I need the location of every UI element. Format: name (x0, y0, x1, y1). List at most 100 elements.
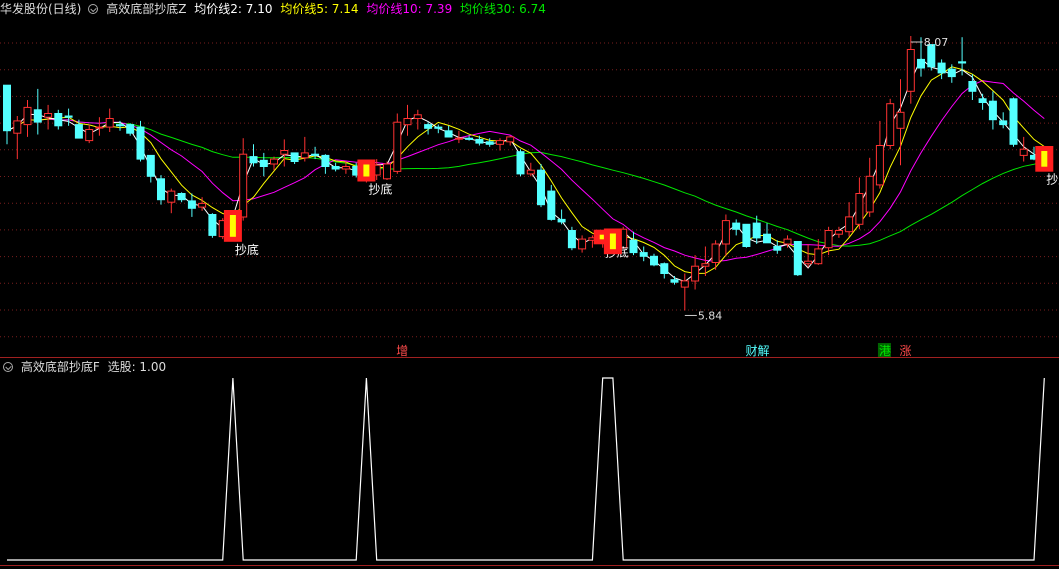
candle (865, 157, 874, 217)
candle-body (814, 248, 823, 265)
candle-body (64, 115, 73, 118)
candle-body (526, 169, 535, 175)
candle-body (249, 156, 258, 164)
candle-body (290, 152, 299, 162)
event-marker: 港 (879, 344, 891, 358)
candle-body (804, 260, 813, 265)
candle (1009, 97, 1018, 147)
candle (855, 177, 864, 230)
candle (424, 122, 433, 135)
candle-body (444, 130, 453, 138)
sub-indicator-dropdown-icon[interactable] (3, 362, 13, 372)
candle-body (146, 154, 155, 177)
candle-body (44, 113, 53, 118)
candle (259, 152, 268, 177)
event-marker: 涨 (899, 343, 911, 358)
candle (331, 162, 340, 172)
sub-indicator-value: 选股: 1.00 (107, 360, 167, 374)
price-high-label: 8.07 (924, 36, 949, 49)
sub-chart-header: 高效底部抄底F 选股: 1.00 (0, 358, 170, 376)
candle (763, 223, 771, 244)
ma5-label: 均价线5: 7.14 (280, 2, 359, 16)
candle (547, 184, 556, 221)
candle (742, 223, 751, 248)
candle-body (167, 190, 176, 203)
candle-body (23, 106, 32, 126)
candle-body (557, 218, 566, 223)
signal-bar (1041, 151, 1048, 167)
candle-body (13, 120, 22, 134)
candle-body (54, 113, 63, 127)
stock-chart-canvas: 抄底抄底抄底抄底 8.075.84增财解港涨 (0, 36, 1059, 566)
candle (157, 175, 165, 205)
candle-body (547, 190, 556, 220)
candle-body (239, 153, 248, 218)
candle-body (465, 137, 474, 140)
signal-label: 抄底 (235, 242, 259, 257)
candle (13, 116, 22, 160)
candle (33, 88, 42, 135)
candle-body (947, 68, 956, 78)
signal-series-line (7, 377, 1045, 561)
candle-body (105, 118, 114, 128)
candle-body (516, 151, 525, 175)
event-marker: 财解 (745, 344, 769, 358)
candle-body (865, 175, 874, 213)
candle-body (783, 238, 792, 245)
candle-body (321, 154, 330, 167)
candle (567, 226, 576, 251)
event-marker: 增 (396, 344, 408, 358)
candle-body (259, 159, 268, 168)
indicator-name[interactable]: 高效底部抄底Z (106, 2, 186, 16)
candle-body (721, 220, 730, 245)
candle-body (198, 202, 207, 208)
candle (105, 108, 114, 132)
candle (988, 91, 997, 130)
candle (54, 109, 63, 130)
candle (300, 136, 309, 162)
candle-body (311, 153, 320, 156)
ma10-label: 均价线10: 7.39 (366, 2, 453, 16)
candle-body (701, 263, 710, 267)
candle-body (95, 126, 104, 129)
candle-body (875, 145, 884, 186)
candle-body (793, 241, 802, 276)
candle-body (578, 238, 587, 250)
candle-body (752, 222, 761, 239)
candle-body (485, 141, 494, 145)
candle (578, 235, 587, 253)
candle-body (136, 126, 145, 160)
candle (290, 152, 299, 164)
ma5-line (6, 66, 1045, 275)
candle-body (680, 280, 689, 288)
candle (85, 124, 94, 144)
candle (23, 100, 32, 137)
candle (773, 240, 782, 254)
candle (906, 36, 915, 104)
candle-body (393, 121, 402, 172)
candle-body (711, 243, 720, 263)
candle (783, 235, 792, 248)
candle-body (424, 124, 433, 129)
candle (886, 98, 895, 150)
signal-bar (363, 164, 370, 177)
candle (537, 164, 545, 208)
candle (383, 161, 391, 180)
candle-body (999, 120, 1008, 126)
candle-body (496, 140, 504, 145)
candle-body (506, 136, 515, 143)
candle-body (116, 124, 124, 127)
candle (187, 193, 196, 217)
indicator-dropdown-icon[interactable] (88, 4, 99, 14)
candle-body (1019, 148, 1028, 156)
candle-body (187, 200, 196, 209)
candle-body (208, 214, 217, 236)
sub-indicator-name[interactable]: 高效底部抄底F (21, 360, 100, 374)
candle-body (917, 58, 925, 69)
candle-body (537, 169, 545, 206)
candle-body (300, 152, 309, 159)
candle-body (33, 109, 42, 123)
stock-name[interactable]: 华发股份(日线) (0, 2, 81, 16)
candle-body (280, 150, 289, 155)
candle-body (567, 230, 576, 249)
